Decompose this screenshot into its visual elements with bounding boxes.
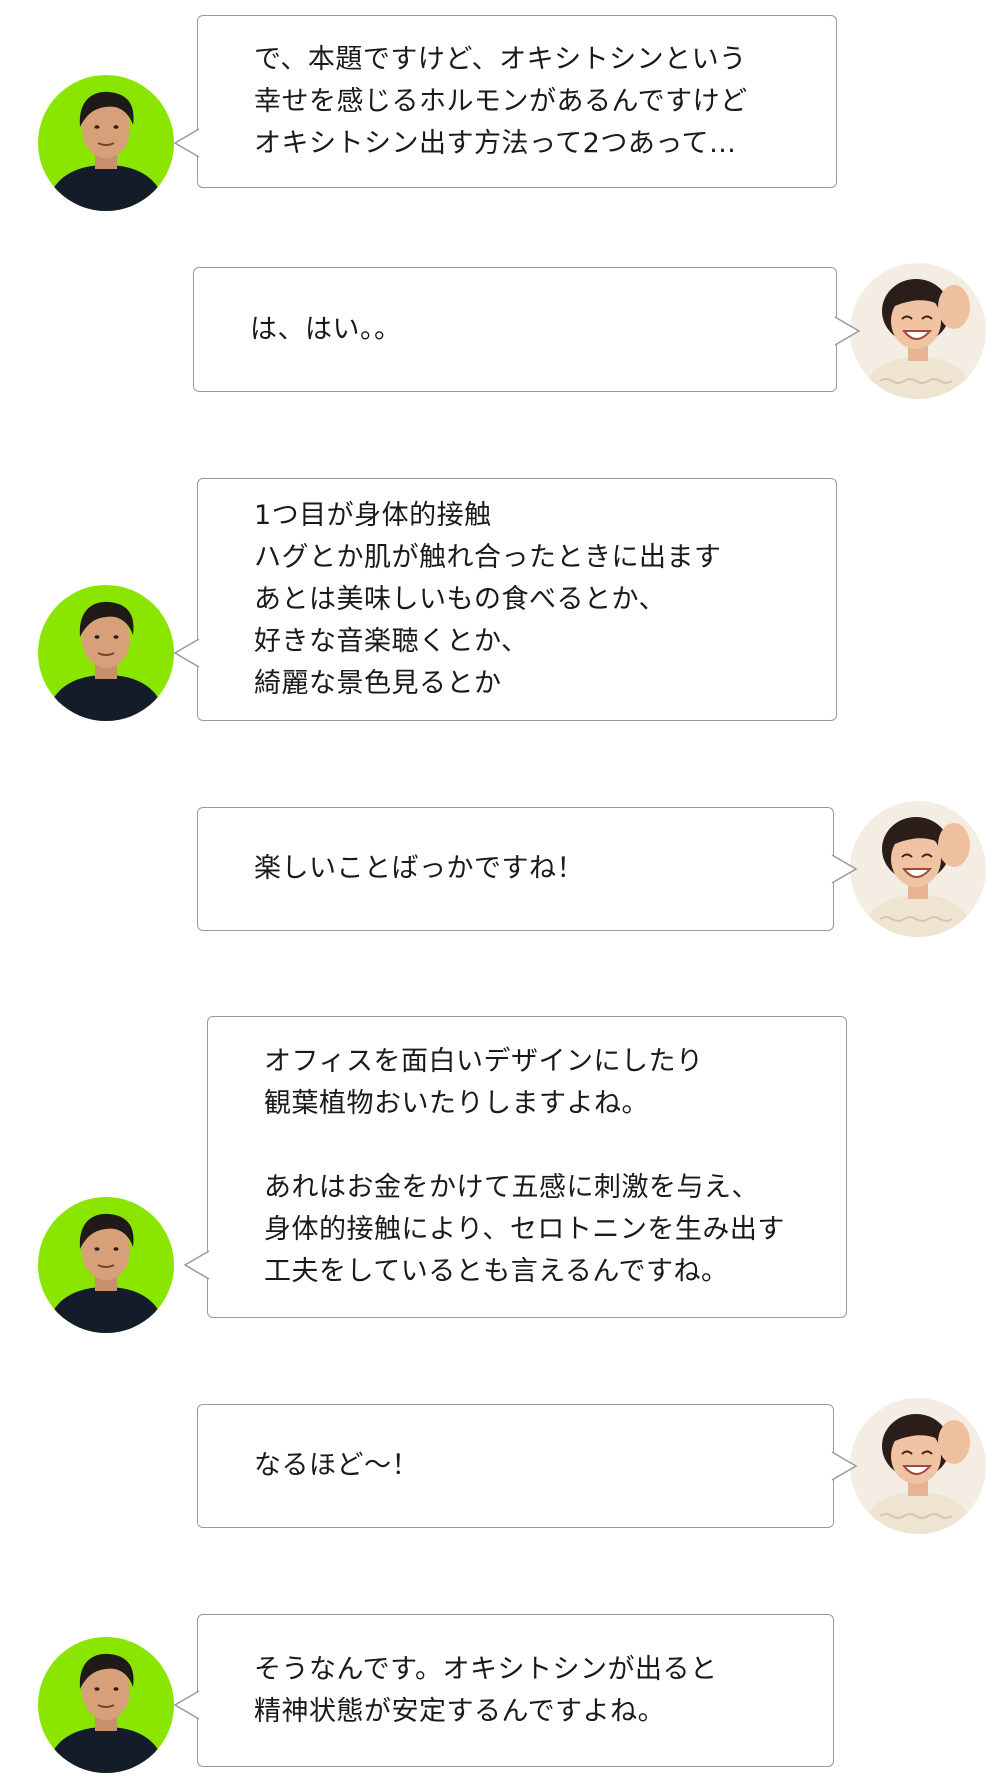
speech-bubble: そうなんです。オキシトシンが出ると 精神状態が安定するんですよね。 [197,1614,834,1767]
speech-bubble: オフィスを面白いデザインにしたり 観葉植物おいたりしますよね。あれはお金をかけて五… [207,1016,847,1318]
message-text-line: 楽しいことばっかですね！ [254,853,584,884]
message-text-line: オキシトシン出す方法って2つあって… [254,127,737,159]
speech-bubble: で、本題ですけど、オキシトシンという 幸せを感じるホルモンがあるんですけど オキシト… [197,15,837,188]
speech-bubble: なるほど～！ [197,1404,834,1528]
man-avatar-icon [38,585,174,721]
man-avatar-icon [38,75,174,211]
message-text-line: 観葉植物おいたりしますよね。 [264,1088,649,1119]
man-avatar-icon [38,1197,174,1333]
woman-avatar-icon [850,263,986,399]
message-text-line: で、本題ですけど、オキシトシンという [254,43,747,75]
message-text-line: なるほど～！ [254,1450,419,1481]
man-avatar [38,585,174,721]
speech-bubble-tail [834,316,861,346]
message-text-line: 幸せを感じるホルモンがあるんですけど [254,85,748,117]
speech-bubble-tail [173,1690,200,1720]
man-avatar [38,1637,174,1773]
message-text-line: 1つ目が身体的接触 [254,499,492,531]
message-text-line: は、はい。。 [250,313,402,345]
man-avatar [38,75,174,211]
message-text-line: そうなんです。オキシトシンが出ると [254,1653,718,1685]
woman-avatar-icon [850,1398,986,1534]
message-text-line: 身体的接触により、セロトニンを生み出す [264,1214,785,1245]
message-text-line [264,1125,826,1167]
chat-page: { "colors": { "man_avatar_bg": "#8ae600"… [0,0,1000,1778]
speech-bubble: 1つ目が身体的接触ハグとか肌が触れ合ったときに出ます あとは美味しいもの食べるとか… [197,478,837,721]
speech-bubble-tail [831,854,858,884]
message-text-line: あれはお金をかけて五感に刺激を与え、 [264,1172,759,1203]
speech-bubble-tail [183,1250,210,1280]
woman-avatar [850,1398,986,1534]
man-avatar [38,1197,174,1333]
woman-avatar-icon [850,801,986,937]
message-text-line: ハグとか肌が触れ合ったときに出ます [254,541,722,573]
message-text-line: 綺麗な景色見るとか [254,667,502,699]
man-avatar-icon [38,1637,174,1773]
speech-bubble-tail [173,128,200,158]
message-text-line: あとは美味しいもの食べるとか、 [254,583,666,615]
message-text-line: 工夫をしているとも言えるんですね。 [264,1256,729,1287]
message-text-line: 好きな音楽聴くとか、 [254,625,529,657]
woman-avatar [850,801,986,937]
message-text-line: 精神状態が安定するんですよね。 [254,1695,666,1727]
message-text-line: オフィスを面白いデザインにしたり [264,1046,704,1077]
speech-bubble-tail [173,638,200,668]
speech-bubble: 楽しいことばっかですね！ [197,807,834,931]
speech-bubble-tail [831,1451,858,1481]
speech-bubble: は、はい。。 [193,267,837,392]
woman-avatar [850,263,986,399]
